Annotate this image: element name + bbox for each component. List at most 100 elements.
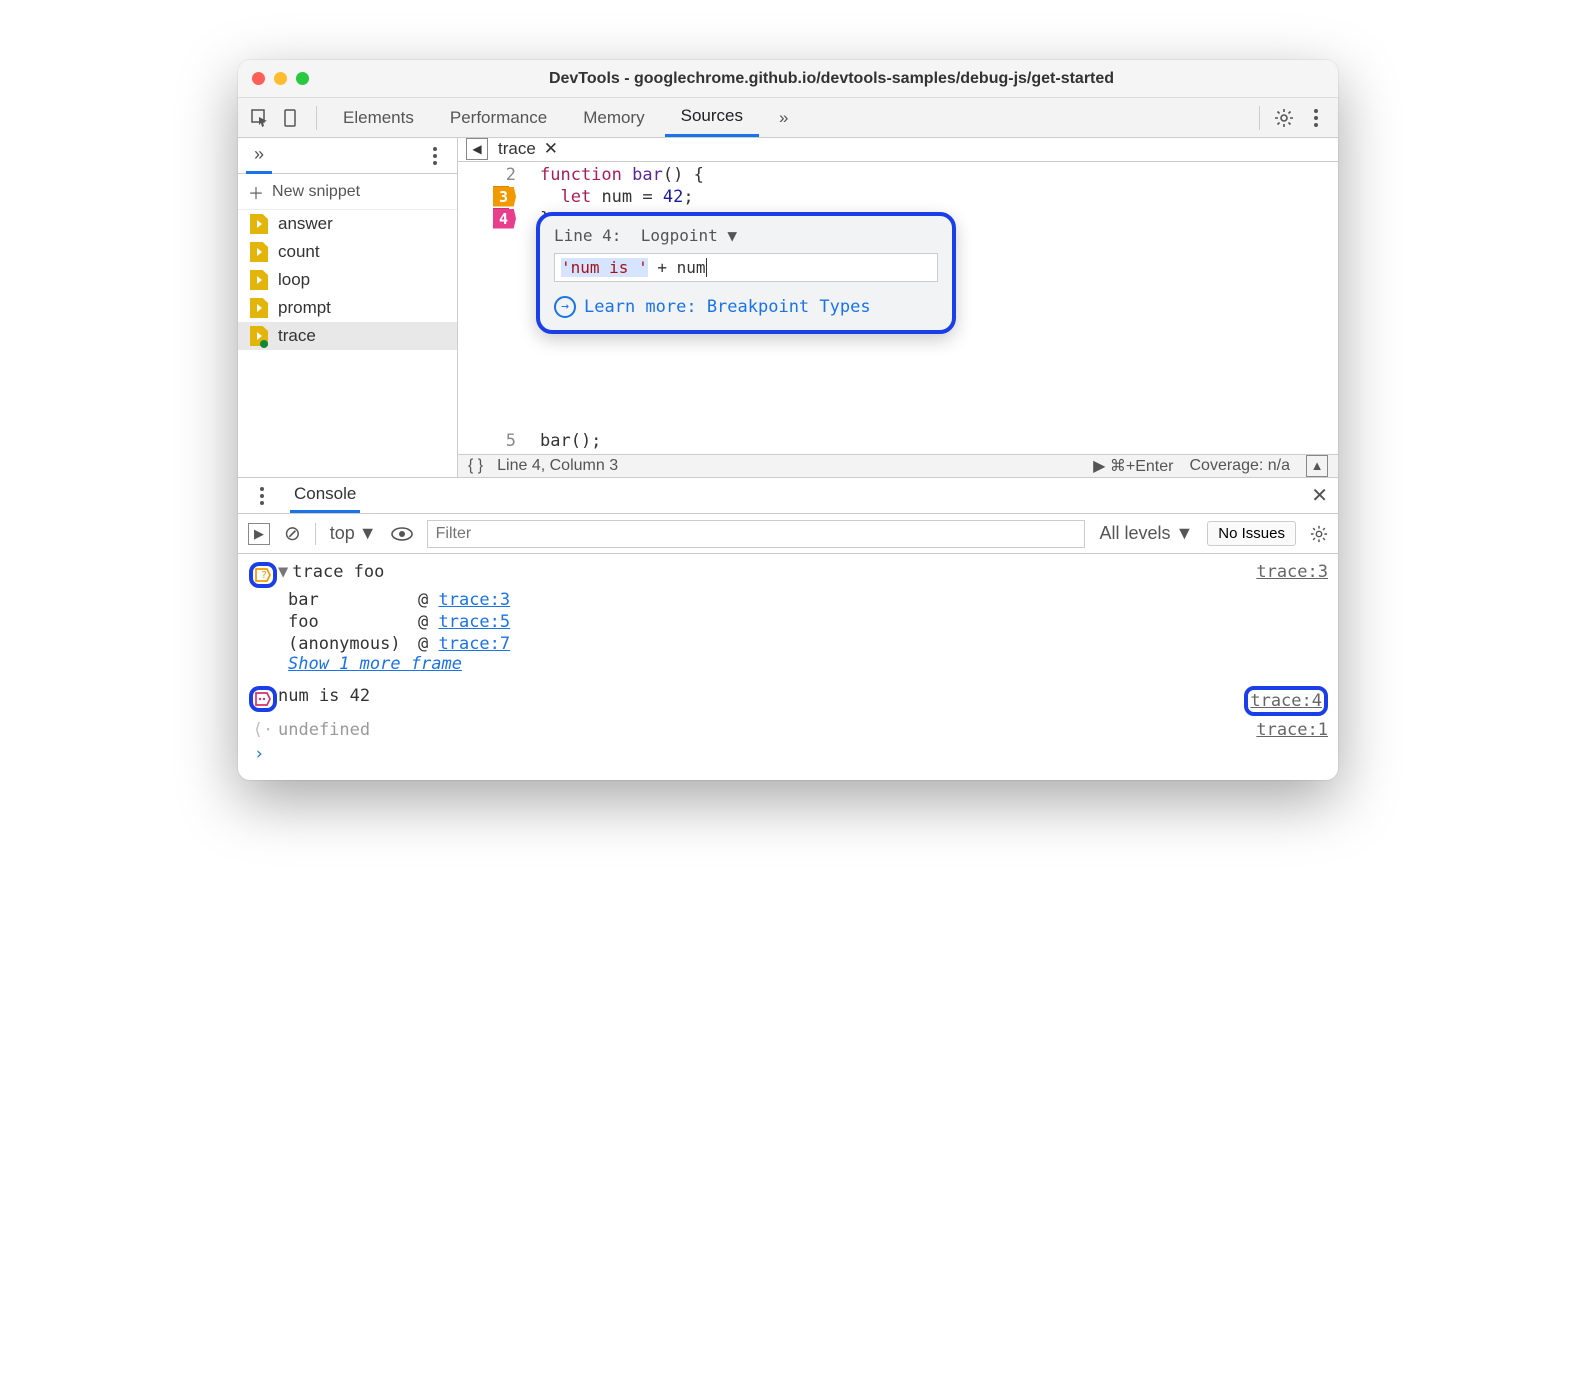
tab-more[interactable]: » — [763, 98, 804, 137]
device-toolbar-icon[interactable] — [278, 104, 306, 132]
console-tabs: Console ✕ — [238, 478, 1338, 514]
main-toolbar: Elements Performance Memory Sources » — [238, 98, 1338, 138]
sidebar-more-tabs[interactable]: » — [246, 138, 272, 174]
execution-context-icon[interactable]: ▶ — [248, 523, 270, 545]
minimize-window-button[interactable] — [274, 72, 287, 85]
code-editor[interactable]: 2 ?3 ••4 5 function bar() { let num = 42… — [458, 162, 1338, 454]
console-message: trace foo — [292, 562, 384, 582]
new-snippet-label: New snippet — [272, 183, 360, 201]
titlebar: DevTools - googlechrome.github.io/devtoo… — [238, 60, 1338, 98]
tab-sources[interactable]: Sources — [665, 98, 759, 137]
unsaved-dot-icon — [260, 340, 268, 348]
learn-more-link[interactable]: → Learn more: Breakpoint Types — [554, 296, 938, 318]
snippet-label: loop — [278, 270, 310, 290]
console-row-trace[interactable]: ? ▼ trace foo trace:3 — [248, 560, 1328, 590]
run-snippet-button[interactable]: ▶ ⌘+Enter — [1093, 456, 1173, 476]
snippet-file-icon — [250, 214, 268, 234]
popup-line-label: Line 4: — [554, 226, 621, 245]
trace-badge-icon: ? — [249, 562, 277, 588]
snippet-item-trace[interactable]: trace — [238, 322, 457, 350]
learn-more-text[interactable]: Learn more: Breakpoint Types — [584, 297, 871, 317]
console-prompt[interactable]: › — [248, 742, 1328, 766]
gutter[interactable]: 2 ?3 ••4 5 — [458, 162, 520, 454]
editor-statusbar: { } Line 4, Column 3 ▶ ⌘+Enter Coverage:… — [458, 454, 1338, 478]
line-number: 2 — [506, 165, 516, 185]
logpoint-badge-icon — [249, 686, 277, 712]
prompt-chevron-icon: › — [248, 744, 264, 764]
context-selector[interactable]: top ▼ — [330, 523, 377, 544]
kebab-menu-icon[interactable] — [1302, 104, 1330, 132]
snippet-item-loop[interactable]: loop — [238, 266, 457, 294]
tab-performance[interactable]: Performance — [434, 98, 563, 137]
source-link[interactable]: trace:4 — [1244, 686, 1328, 716]
live-expression-icon[interactable] — [391, 527, 413, 541]
zoom-window-button[interactable] — [296, 72, 309, 85]
line-number[interactable]: 4 — [493, 209, 516, 229]
close-tab-icon[interactable]: ✕ — [544, 139, 558, 159]
issues-button[interactable]: No Issues — [1207, 521, 1296, 546]
snippet-file-icon — [250, 242, 268, 262]
return-arrow-icon: ⟨· — [248, 720, 278, 740]
stack-frames: bar@ trace:3 foo@ trace:5 (anonymous)@ t… — [248, 590, 1328, 654]
clear-console-icon[interactable]: ⊘ — [284, 521, 301, 546]
frame-link[interactable]: trace:7 — [438, 634, 510, 654]
frame-fn: bar — [288, 590, 418, 610]
console-row-logpoint[interactable]: num is 42 trace:4 — [248, 684, 1328, 718]
disclosure-triangle-icon[interactable]: ▼ — [278, 562, 288, 582]
source-link[interactable]: trace:1 — [1256, 720, 1328, 740]
logpoint-expression-input[interactable]: 'num is ' + num​ — [554, 253, 938, 282]
sidebar-tabs: » — [238, 138, 457, 174]
line-number: 5 — [506, 431, 516, 451]
svg-text:?: ? — [261, 570, 267, 581]
source-link[interactable]: trace:3 — [1256, 562, 1328, 582]
snippets-sidebar: » ＋ New snippet answer count loop prompt… — [238, 138, 458, 477]
snippet-list: answer count loop prompt trace — [238, 210, 457, 477]
show-more-frames-link[interactable]: Show 1 more frame — [248, 654, 1328, 674]
console-row-return: ⟨· undefined trace:1 — [248, 718, 1328, 742]
snippet-label: count — [278, 242, 320, 262]
tab-memory[interactable]: Memory — [567, 98, 660, 137]
sidebar-kebab-icon[interactable] — [421, 142, 449, 170]
pretty-print-icon[interactable]: { } — [468, 457, 483, 475]
console-drawer: Console ✕ ▶ ⊘ top ▼ All levels ▼ No Issu… — [238, 478, 1338, 780]
frame-fn: (anonymous) — [288, 634, 418, 654]
snippet-file-icon — [250, 270, 268, 290]
frame-link[interactable]: trace:3 — [438, 590, 510, 610]
inspect-element-icon[interactable] — [246, 104, 274, 132]
tab-console[interactable]: Console — [290, 478, 360, 513]
close-drawer-icon[interactable]: ✕ — [1311, 483, 1328, 508]
cursor-position: Line 4, Column 3 — [497, 457, 618, 475]
snippet-label: trace — [278, 326, 316, 346]
snippet-item-prompt[interactable]: prompt — [238, 294, 457, 322]
navigator-toggle-icon[interactable]: ◀ — [466, 138, 488, 160]
expr-rest: + num — [648, 258, 706, 277]
console-kebab-icon[interactable] — [248, 482, 276, 510]
frame-fn: foo — [288, 612, 418, 632]
traffic-lights — [252, 72, 309, 85]
console-settings-gear-icon[interactable] — [1310, 525, 1328, 543]
console-toolbar: ▶ ⊘ top ▼ All levels ▼ No Issues — [238, 514, 1338, 554]
editor-tabs: ◀ trace ✕ — [458, 138, 1338, 162]
console-filter-input[interactable] — [427, 520, 1086, 548]
breakpoint-type-select[interactable]: Logpoint ▼ — [641, 226, 737, 245]
close-window-button[interactable] — [252, 72, 265, 85]
snippet-item-answer[interactable]: answer — [238, 210, 457, 238]
console-message: undefined — [278, 720, 370, 740]
editor-pane: ◀ trace ✕ 2 ?3 ••4 5 — [458, 138, 1338, 477]
settings-gear-icon[interactable] — [1270, 104, 1298, 132]
tab-elements[interactable]: Elements — [327, 98, 430, 137]
frame-link[interactable]: trace:5 — [438, 612, 510, 632]
editor-tab-trace[interactable]: trace ✕ — [498, 139, 558, 159]
line-number[interactable]: 3 — [493, 187, 516, 207]
log-level-selector[interactable]: All levels ▼ — [1099, 523, 1193, 544]
new-snippet-button[interactable]: ＋ New snippet — [238, 174, 457, 210]
breakpoint-editor-popup: Line 4: Logpoint ▼ 'num is ' + num​ → Le… — [536, 212, 956, 334]
expr-string: 'num is ' — [561, 258, 648, 277]
source-map-icon[interactable]: ▲ — [1306, 455, 1328, 477]
snippet-file-icon — [250, 298, 268, 318]
sources-content: » ＋ New snippet answer count loop prompt… — [238, 138, 1338, 478]
console-message: num is 42 — [278, 686, 370, 706]
snippet-item-count[interactable]: count — [238, 238, 457, 266]
snippet-label: answer — [278, 214, 333, 234]
editor-tab-label: trace — [498, 139, 536, 159]
